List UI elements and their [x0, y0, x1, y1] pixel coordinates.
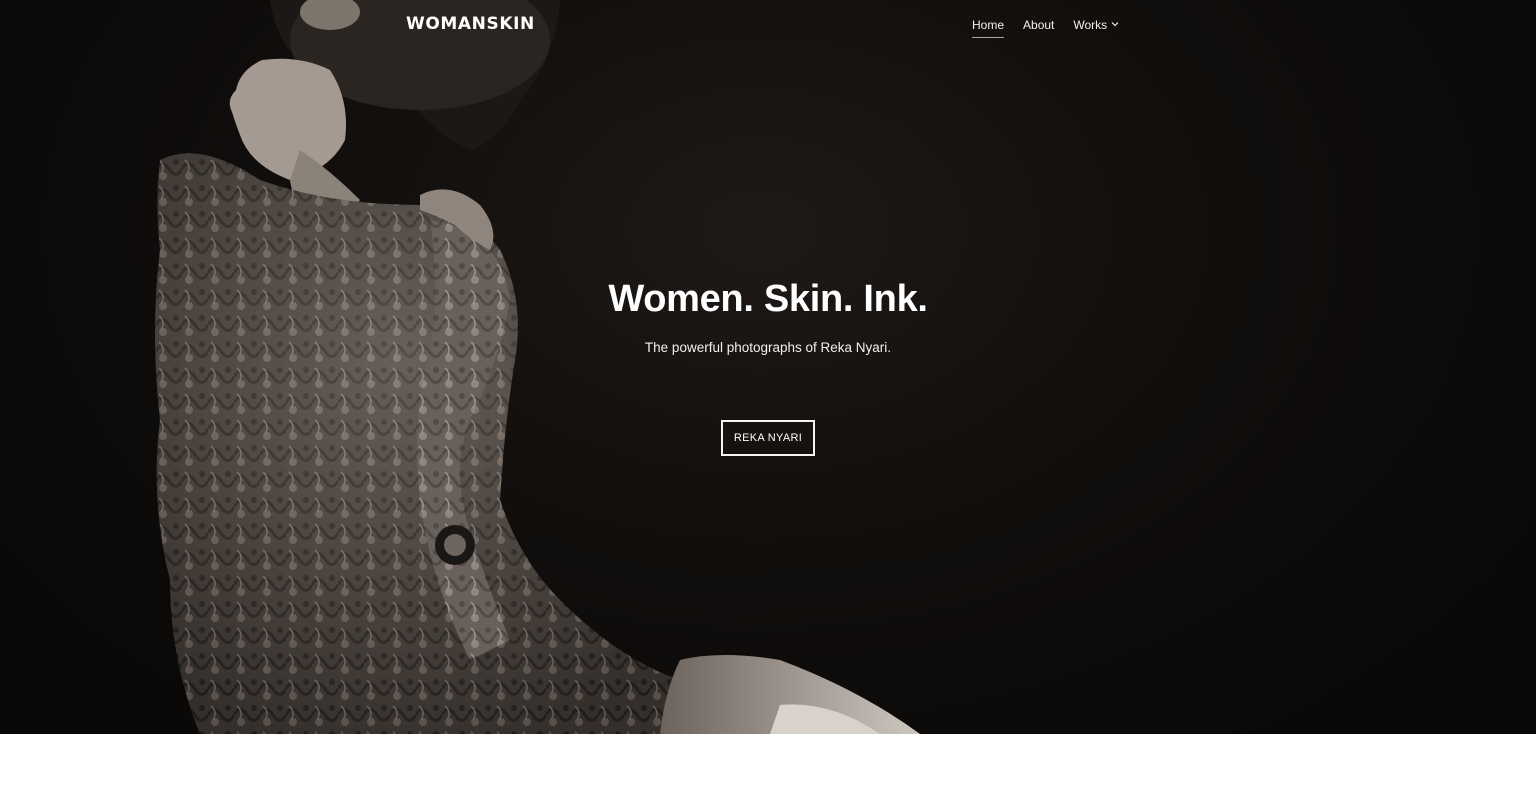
hero-title: Women. Skin. Ink.: [608, 278, 928, 320]
nav-item-label: Works: [1073, 18, 1108, 32]
nav-item-home[interactable]: Home: [972, 18, 1005, 42]
hero-photo: [155, 0, 920, 734]
nav-item-about[interactable]: About: [1023, 18, 1054, 42]
nav-item-label: Home: [972, 18, 1005, 32]
site-header: WOMANSKIN Home About Works: [0, 0, 1536, 56]
content-area: [0, 734, 1536, 806]
hero-subtitle: The powerful photographs of Reka Nyari.: [644, 340, 892, 355]
chevron-down-icon: [1111, 22, 1119, 27]
reka-nyari-button[interactable]: REKA NYARI: [721, 420, 815, 456]
main-nav: Home About Works: [972, 18, 1138, 42]
nav-item-label: About: [1023, 18, 1055, 32]
site-logo[interactable]: WOMANSKIN: [406, 14, 535, 34]
hero-section: WOMANSKIN Home About Works Women. Skin. …: [0, 0, 1536, 734]
nav-item-works[interactable]: Works: [1073, 18, 1119, 42]
